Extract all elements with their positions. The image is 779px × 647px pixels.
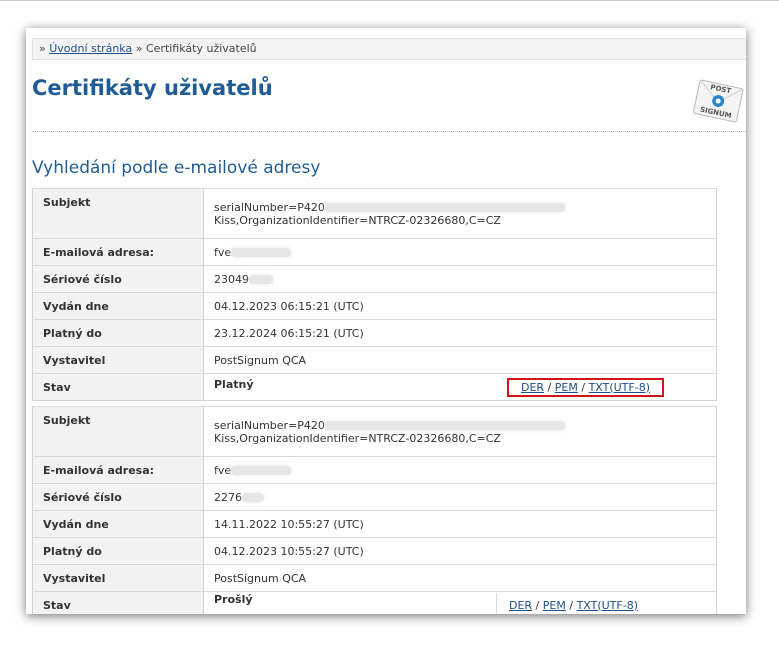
status-label: Stav: [32, 373, 204, 401]
certificate-table-1: Subjekt serialNumber=P420 Kiss,Organizat…: [32, 188, 717, 401]
redacted-blur: [231, 248, 292, 257]
table-row: Sériové číslo 23049: [32, 265, 717, 293]
email-value: fve: [203, 238, 717, 266]
email-label: E-mailová adresa:: [32, 238, 204, 266]
email-label: E-mailová adresa:: [32, 456, 204, 484]
issuer-value: PostSignum QCA: [203, 346, 717, 374]
subject-line1: serialNumber=P420: [214, 200, 325, 214]
subject-value: serialNumber=P420 Kiss,OrganizationIdent…: [203, 188, 717, 239]
title-divider: [32, 131, 746, 132]
subject-line2: Kiss,OrganizationIdentifier=NTRCZ-023266…: [214, 213, 501, 227]
issued-value: 14.11.2022 10:55:27 (UTC): [203, 510, 717, 538]
email-text: fve: [214, 463, 232, 477]
breadcrumb-separator: »: [135, 42, 143, 55]
table-row: Platný do 23.12.2024 06:15:21 (UTC): [32, 319, 717, 347]
download-pem-link[interactable]: PEM: [555, 381, 578, 394]
email-text: fve: [214, 245, 232, 259]
redacted-blur: [324, 203, 565, 212]
table-row: Platný do 04.12.2023 10:55:27 (UTC): [32, 537, 717, 565]
table-row: Sériové číslo 2276: [32, 483, 717, 511]
status-cell: Prošlý DER / PEM / TXT(UTF-8): [203, 591, 717, 614]
serial-value: 23049: [203, 265, 717, 293]
table-row: Subjekt serialNumber=P420 Kiss,Organizat…: [32, 406, 717, 457]
email-value: fve: [203, 456, 717, 484]
serial-text: 2276: [214, 490, 242, 504]
section-title: Vyhledání podle e-mailové adresy: [32, 158, 321, 178]
issued-value: 04.12.2023 06:15:21 (UTC): [203, 292, 717, 320]
link-separator: /: [569, 598, 574, 612]
table-row: Vydán dne 14.11.2022 10:55:27 (UTC): [32, 510, 717, 538]
table-row: Subjekt serialNumber=P420 Kiss,Organizat…: [32, 188, 717, 239]
page-title: Certifikáty uživatelů: [32, 76, 273, 100]
valid-to-label: Platný do: [32, 537, 204, 565]
table-row: Vystavitel PostSignum QCA: [32, 564, 717, 592]
serial-label: Sériové číslo: [32, 265, 204, 293]
subject-label: Subjekt: [32, 188, 204, 239]
redacted-blur: [231, 466, 292, 475]
issuer-label: Vystavitel: [32, 346, 204, 374]
breadcrumb: » Úvodní stránka » Certifikáty uživatelů: [32, 38, 746, 60]
valid-to-label: Platný do: [32, 319, 204, 347]
table-row: Vydán dne 04.12.2023 06:15:21 (UTC): [32, 292, 717, 320]
link-separator: /: [535, 598, 540, 612]
certificate-table-2: Subjekt serialNumber=P420 Kiss,Organizat…: [32, 406, 717, 614]
content-panel: » Úvodní stránka » Certifikáty uživatelů…: [26, 28, 746, 614]
link-separator: /: [547, 380, 552, 394]
serial-text: 23049: [214, 272, 249, 286]
redacted-blur: [324, 421, 565, 430]
issued-label: Vydán dne: [32, 292, 204, 320]
download-txt-link[interactable]: TXT(UTF-8): [577, 599, 638, 612]
issued-label: Vydán dne: [32, 510, 204, 538]
subject-line2: Kiss,OrganizationIdentifier=NTRCZ-023266…: [214, 431, 501, 445]
valid-to-value: 04.12.2023 10:55:27 (UTC): [203, 537, 717, 565]
redacted-blur: [249, 275, 273, 284]
top-divider: [0, 0, 779, 1]
valid-to-value: 23.12.2024 06:15:21 (UTC): [203, 319, 717, 347]
serial-value: 2276: [203, 483, 717, 511]
status-cell: Platný DER / PEM / TXT(UTF-8): [203, 373, 717, 401]
table-row: E-mailová adresa: fve: [32, 238, 717, 266]
subject-label: Subjekt: [32, 406, 204, 457]
table-row: E-mailová adresa: fve: [32, 456, 717, 484]
subject-value: serialNumber=P420 Kiss,OrganizationIdent…: [203, 406, 717, 457]
status-value: Prošlý: [214, 592, 253, 606]
table-row: Stav Prošlý DER / PEM / TXT(UTF-8): [32, 591, 717, 614]
postsignum-logo: POST SIGNUM: [690, 74, 746, 130]
breadcrumb-prefix: »: [39, 42, 46, 55]
subject-line1: serialNumber=P420: [214, 418, 325, 432]
status-label: Stav: [32, 591, 204, 614]
serial-label: Sériové číslo: [32, 483, 204, 511]
download-pem-link[interactable]: PEM: [543, 599, 566, 612]
download-links-highlighted: DER / PEM / TXT(UTF-8): [506, 377, 664, 397]
download-txt-link[interactable]: TXT(UTF-8): [589, 381, 650, 394]
redacted-blur: [242, 493, 264, 502]
issuer-label: Vystavitel: [32, 564, 204, 592]
download-der-link[interactable]: DER: [521, 381, 544, 394]
breadcrumb-home-link[interactable]: Úvodní stránka: [49, 42, 132, 55]
breadcrumb-current: Certifikáty uživatelů: [145, 42, 257, 55]
download-der-link[interactable]: DER: [509, 599, 532, 612]
table-row: Vystavitel PostSignum QCA: [32, 346, 717, 374]
link-separator: /: [581, 380, 586, 394]
download-links: DER / PEM / TXT(UTF-8): [495, 592, 650, 614]
status-value: Platný: [214, 377, 254, 391]
issuer-value: PostSignum QCA: [203, 564, 717, 592]
table-row: Stav Platný DER / PEM / TXT(UTF-8): [32, 373, 717, 401]
